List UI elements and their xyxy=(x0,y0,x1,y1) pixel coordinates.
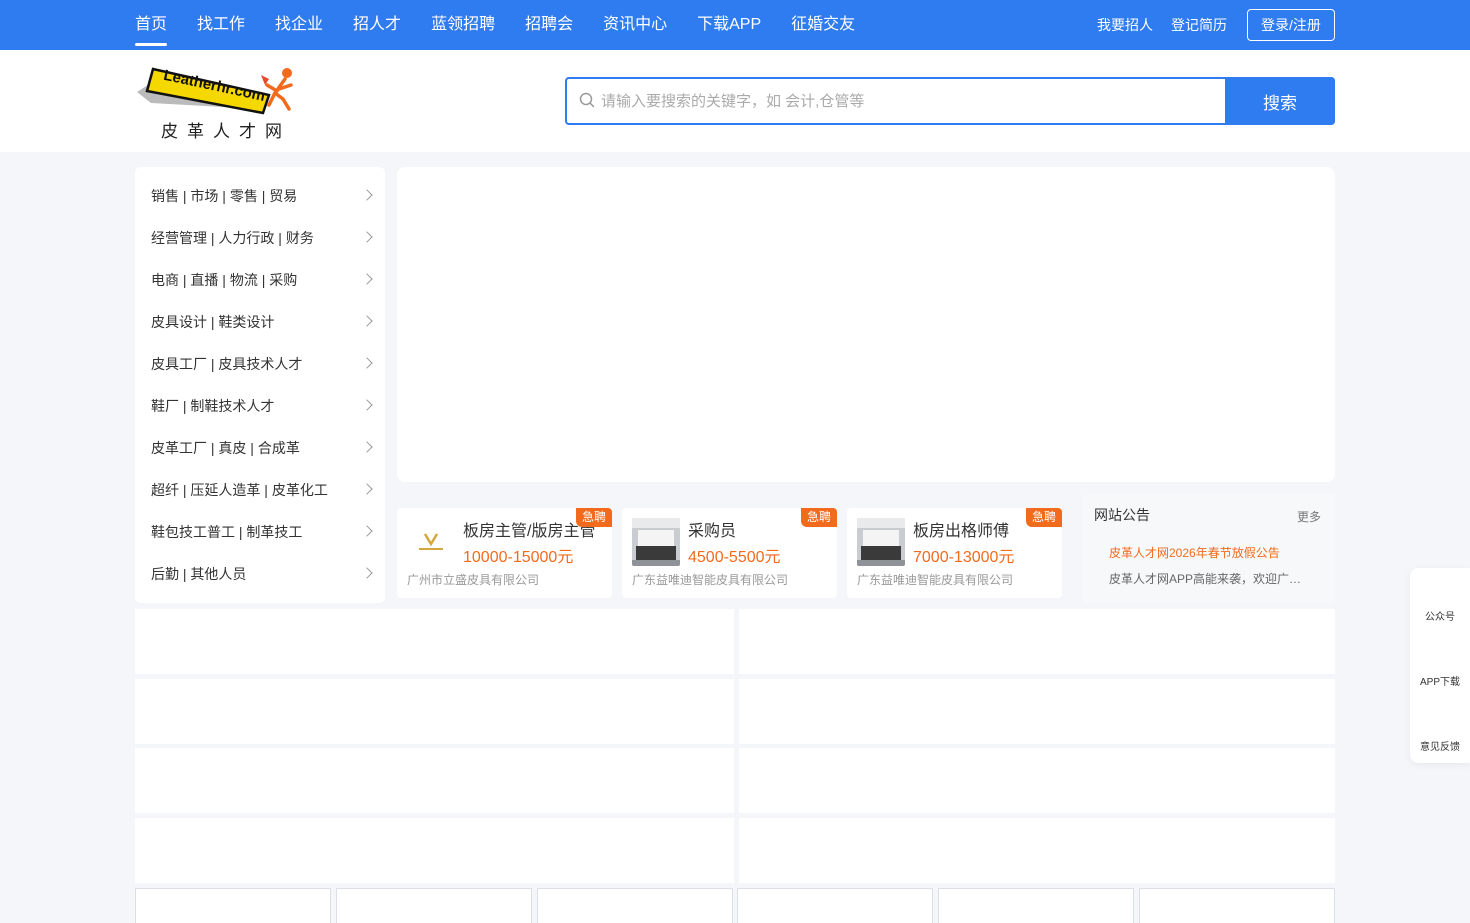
company-photo xyxy=(632,518,680,566)
ad-slot[interactable] xyxy=(739,818,1335,883)
company-name: 广州市立盛皮具有限公司 xyxy=(407,573,540,587)
urgent-job-card[interactable]: 板房主管/版房主管 10000-15000元 广州市立盛皮具有限公司 急聘 xyxy=(397,508,612,598)
search-button[interactable]: 搜索 xyxy=(1225,77,1335,125)
urgent-badge: 急聘 xyxy=(801,508,837,527)
recruit-link[interactable]: 我要招人 xyxy=(1097,15,1153,35)
ad-slot[interactable] xyxy=(135,818,734,883)
nav-user-actions: 我要招人 登记简历 登录/注册 xyxy=(1079,9,1335,41)
nav-item-find-job[interactable]: 找工作 xyxy=(197,0,245,50)
site-notice-panel: 网站公告 更多 皮革人才网2026年春节放假公告 皮革人才网APP高能来袭，欢迎… xyxy=(1083,494,1335,603)
category-item-shoe-factory[interactable]: 鞋厂 | 制鞋技术人才 xyxy=(135,385,385,427)
notice-title: 网站公告 xyxy=(1094,507,1150,523)
category-item-tannery[interactable]: 皮革工厂 | 真皮 | 合成革 xyxy=(135,427,385,469)
nav-item-find-company[interactable]: 找企业 xyxy=(275,0,323,50)
nav-item-job-fair[interactable]: 招聘会 xyxy=(525,0,573,50)
urgent-job-card[interactable]: 采购员 4500-5500元 广东益唯迪智能皮具有限公司 急聘 xyxy=(622,508,837,598)
notice-item[interactable]: 皮革人才网APP高能来袭，欢迎广大用户下载使用 xyxy=(1109,570,1304,587)
login-register-button[interactable]: 登录/注册 xyxy=(1247,9,1335,41)
ad-slot[interactable] xyxy=(739,748,1335,813)
job-title: 采购员 xyxy=(688,523,737,540)
company-logo xyxy=(407,518,455,566)
wechat-official-account-button[interactable]: 公众号 xyxy=(1410,608,1470,623)
category-label: 鞋包技工普工 | 制革技工 xyxy=(151,524,303,540)
chevron-right-icon xyxy=(361,441,373,453)
logo-chinese-name: 皮革人才网 xyxy=(161,122,291,142)
company-name: 广东益唯迪智能皮具有限公司 xyxy=(857,573,1014,587)
nav-item-dating[interactable]: 征婚交友 xyxy=(791,0,855,50)
category-item-leather-factory[interactable]: 皮具工厂 | 皮具技术人才 xyxy=(135,343,385,385)
company-photo xyxy=(857,518,905,566)
urgent-badge: 急聘 xyxy=(1026,508,1062,527)
category-item-sales[interactable]: 销售 | 市场 | 零售 | 贸易 xyxy=(135,175,385,217)
job-salary: 7000-13000元 xyxy=(913,549,1015,566)
category-item-management[interactable]: 经营管理 | 人力行政 | 财务 xyxy=(135,217,385,259)
notice-more-link[interactable]: 更多 xyxy=(1297,508,1321,525)
job-salary: 4500-5500元 xyxy=(688,549,781,566)
chevron-right-icon xyxy=(361,525,373,537)
company-logo-slot[interactable] xyxy=(1139,888,1335,923)
category-label: 电商 | 直播 | 物流 | 采购 xyxy=(151,272,298,288)
category-label: 经营管理 | 人力行政 | 财务 xyxy=(151,230,314,246)
category-label: 后勤 | 其他人员 xyxy=(151,566,247,582)
ad-slot[interactable] xyxy=(135,748,734,813)
category-label: 超纤 | 压延人造革 | 皮革化工 xyxy=(151,482,328,498)
chevron-right-icon xyxy=(361,273,373,285)
search-icon xyxy=(579,92,595,108)
urgent-badge: 急聘 xyxy=(576,508,612,527)
site-header: Leatherhr.com 皮革人才网 搜索 xyxy=(0,50,1470,152)
chevron-right-icon xyxy=(361,357,373,369)
company-logo-slot[interactable] xyxy=(938,888,1134,923)
banner-carousel[interactable] xyxy=(397,167,1335,482)
job-salary: 10000-15000元 xyxy=(463,549,574,566)
job-title: 板房出格师傅 xyxy=(913,523,1010,540)
main-nav: 首页 找工作 找企业 招人才 蓝领招聘 招聘会 资讯中心 下载APP 征婚交友 xyxy=(135,0,885,50)
floating-toolbar: 公众号 APP下载 意见反馈 xyxy=(1410,568,1470,763)
chevron-right-icon xyxy=(361,399,373,411)
chevron-right-icon xyxy=(361,483,373,495)
nav-item-hire-talent[interactable]: 招人才 xyxy=(353,0,401,50)
urgent-job-card[interactable]: 板房出格师傅 7000-13000元 广东益唯迪智能皮具有限公司 急聘 xyxy=(847,508,1062,598)
ad-slot[interactable] xyxy=(135,609,734,674)
nav-item-news[interactable]: 资讯中心 xyxy=(603,0,667,50)
category-label: 销售 | 市场 | 零售 | 贸易 xyxy=(151,188,298,204)
company-name: 广东益唯迪智能皮具有限公司 xyxy=(632,573,789,587)
category-item-design[interactable]: 皮具设计 | 鞋类设计 xyxy=(135,301,385,343)
logo-graphic: Leatherhr.com xyxy=(137,67,293,115)
chevron-right-icon xyxy=(361,567,373,579)
category-item-logistics-other[interactable]: 后勤 | 其他人员 xyxy=(135,553,385,595)
category-label: 鞋厂 | 制鞋技术人才 xyxy=(151,398,275,414)
category-item-ecommerce[interactable]: 电商 | 直播 | 物流 | 采购 xyxy=(135,259,385,301)
nav-item-home[interactable]: 首页 xyxy=(135,0,168,50)
search-box: 搜索 xyxy=(565,77,1335,125)
search-input[interactable] xyxy=(601,79,1221,123)
app-download-button[interactable]: APP下载 xyxy=(1410,673,1470,688)
company-logo-slot[interactable] xyxy=(135,888,331,923)
ad-slot[interactable] xyxy=(739,609,1335,674)
register-resume-link[interactable]: 登记简历 xyxy=(1171,15,1227,35)
site-logo[interactable]: Leatherhr.com 皮革人才网 xyxy=(137,65,297,142)
company-logo-slot[interactable] xyxy=(737,888,933,923)
category-label: 皮具设计 | 鞋类设计 xyxy=(151,314,275,330)
top-nav-bar: 首页 找工作 找企业 招人才 蓝领招聘 招聘会 资讯中心 下载APP 征婚交友 … xyxy=(0,0,1470,50)
notice-item[interactable]: 皮革人才网2026年春节放假公告 xyxy=(1109,544,1304,561)
chevron-right-icon xyxy=(361,231,373,243)
company-logo-slot[interactable] xyxy=(336,888,532,923)
job-category-menu: 销售 | 市场 | 零售 | 贸易 经营管理 | 人力行政 | 财务 电商 | … xyxy=(135,167,385,603)
nav-item-blue-collar[interactable]: 蓝领招聘 xyxy=(431,0,495,50)
chevron-right-icon xyxy=(361,189,373,201)
chevron-right-icon xyxy=(361,315,373,327)
category-label: 皮具工厂 | 皮具技术人才 xyxy=(151,356,303,372)
ad-slot[interactable] xyxy=(135,679,734,744)
company-logo-slot[interactable] xyxy=(537,888,733,923)
nav-item-download-app[interactable]: 下载APP xyxy=(697,0,761,50)
category-label: 皮革工厂 | 真皮 | 合成革 xyxy=(151,440,300,456)
feedback-button[interactable]: 意见反馈 xyxy=(1410,738,1470,753)
category-item-skilled-workers[interactable]: 鞋包技工普工 | 制革技工 xyxy=(135,511,385,553)
category-item-microfiber[interactable]: 超纤 | 压延人造革 | 皮革化工 xyxy=(135,469,385,511)
ad-slot[interactable] xyxy=(739,679,1335,744)
